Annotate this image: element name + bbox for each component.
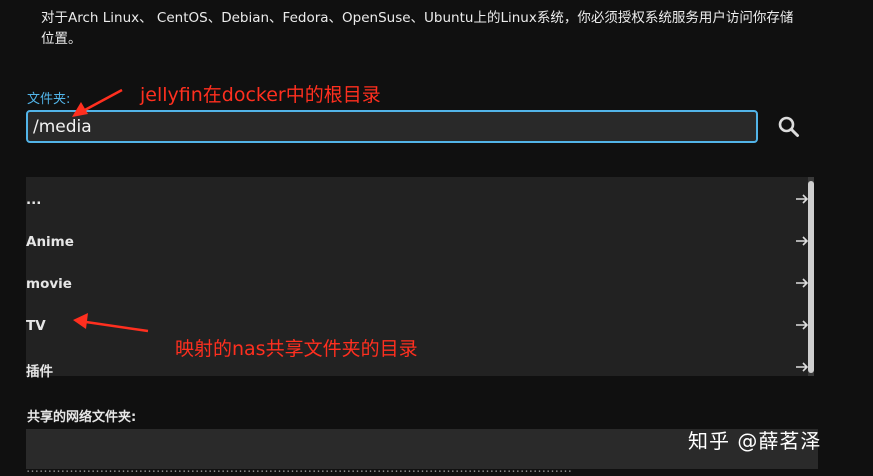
annotation-root-dir: jellyfin在docker中的根目录 [140,84,381,106]
zhihu-watermark: 知乎 @薛茗泽 [688,429,822,453]
annotation-nas-dir: 映射的nas共享文件夹的目录 [175,338,418,360]
annotation-arrows [72,88,149,333]
annotation-arrow-nas [73,313,149,333]
annotation-arrow-root [72,88,123,117]
